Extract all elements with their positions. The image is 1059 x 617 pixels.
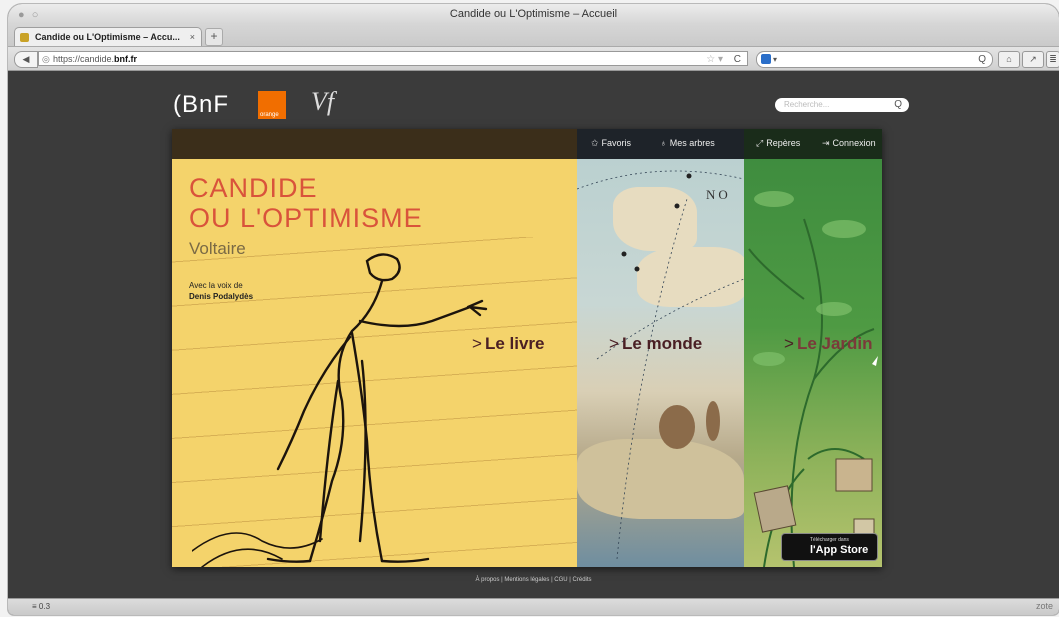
star-icon: ✩ bbox=[591, 138, 599, 148]
app-store-badge[interactable]: Télécharger dans l'App Store bbox=[781, 533, 878, 561]
web-page: (BnF orange Vf Recherche... Q CANDIDE OU… bbox=[8, 71, 1059, 598]
vf-logo[interactable]: Vf bbox=[311, 87, 334, 117]
le-jardin-link[interactable]: > Le Jardin bbox=[784, 334, 873, 354]
favicon-icon bbox=[20, 33, 29, 42]
navigation-toolbar: ◀ ◎ https://candide.bnf.fr ☆ ▾ C ▾ Q ⌂ ↗… bbox=[8, 47, 1059, 71]
title-bar: ● ○ Candide ou L'Optimisme – Accueil bbox=[8, 4, 1059, 24]
addon-button[interactable]: ↗ bbox=[1022, 51, 1044, 68]
map-route-lines bbox=[577, 170, 744, 560]
nav-favoris[interactable]: ✩ Favoris bbox=[591, 138, 631, 149]
pin-icon: ♁ bbox=[660, 138, 667, 148]
status-bar: ≡ 0.3 zote bbox=[8, 598, 1059, 615]
url-bar[interactable]: ◎ https://candide.bnf.fr ☆ ▾ C bbox=[38, 51, 748, 66]
nav-favoris-label: Favoris bbox=[601, 138, 632, 148]
new-tab-button[interactable]: + bbox=[205, 28, 223, 46]
tree-illustration bbox=[748, 191, 878, 567]
tab-candide[interactable]: Candide ou L'Optimisme – Accu... × bbox=[14, 27, 202, 46]
nav-reperes[interactable]: ⤢ Repères bbox=[756, 138, 800, 149]
browser-search-box[interactable]: ▾ Q bbox=[756, 51, 993, 68]
login-icon: ⇥ bbox=[822, 138, 830, 148]
chevron-right-icon: > bbox=[784, 334, 794, 353]
map-label: NO bbox=[706, 187, 731, 202]
home-stage: CANDIDE OU L'OPTIMISME Voltaire Avec la … bbox=[172, 129, 882, 567]
search-engine-icon[interactable] bbox=[761, 54, 771, 64]
orange-logo[interactable]: orange bbox=[258, 91, 286, 119]
tab-close-icon[interactable]: × bbox=[190, 28, 195, 46]
overflow-button[interactable]: ≣ bbox=[1046, 51, 1059, 68]
nav-mes-arbres[interactable]: ♁ Mes arbres bbox=[660, 138, 715, 148]
reload-icon[interactable]: C bbox=[734, 52, 741, 67]
status-left[interactable]: ≡ 0.3 bbox=[32, 602, 50, 611]
chevron-right-icon: > bbox=[609, 334, 619, 353]
back-button[interactable]: ◀ bbox=[14, 51, 38, 68]
book-title-line2: OU L'OPTIMISME bbox=[189, 203, 423, 233]
le-monde-link[interactable]: > Le monde bbox=[609, 334, 702, 354]
orange-logo-text: orange bbox=[260, 112, 279, 118]
le-livre-link[interactable]: > Le livre bbox=[472, 334, 544, 354]
nav-connexion-label: Connexion bbox=[832, 138, 876, 148]
chevron-down-icon[interactable]: ▾ bbox=[773, 52, 777, 67]
app-store-big-text: l'App Store bbox=[810, 544, 869, 556]
candide-figure-illustration bbox=[192, 253, 488, 567]
search-icon[interactable]: Q bbox=[978, 52, 986, 67]
panel-livre-header bbox=[172, 129, 577, 159]
panel-jardin[interactable]: ⤢ Repères ⇥ Connexion > Le Jardin Télécharg… bbox=[744, 129, 882, 567]
le-monde-label: Le monde bbox=[621, 334, 703, 353]
browser-window: ● ○ Candide ou L'Optimisme – Accueil Can… bbox=[8, 4, 1059, 615]
le-jardin-label: Le Jardin bbox=[796, 334, 873, 353]
globe-icon: ◎ bbox=[42, 54, 50, 64]
search-icon[interactable]: Q bbox=[894, 98, 902, 112]
url-prefix: https://candide. bbox=[53, 54, 115, 64]
book-title-line1: CANDIDE bbox=[189, 173, 318, 203]
site-search-input[interactable]: Recherche... Q bbox=[775, 98, 909, 112]
panel-monde[interactable]: NO ✩ Favoris ♁ Mes arbres > Le monde bbox=[577, 129, 744, 567]
panel-livre[interactable]: CANDIDE OU L'OPTIMISME Voltaire Avec la … bbox=[172, 129, 577, 567]
nav-mes-arbres-label: Mes arbres bbox=[669, 138, 715, 148]
tab-strip: Candide ou L'Optimisme – Accu... × + bbox=[8, 24, 1059, 47]
expand-icon: ⤢ bbox=[756, 138, 764, 148]
url-domain: bnf.fr bbox=[114, 54, 138, 64]
chevron-right-icon: > bbox=[472, 334, 482, 353]
zotero-icon[interactable]: zote bbox=[1036, 601, 1053, 611]
bookmark-star-icon[interactable]: ☆ ▾ bbox=[706, 52, 723, 67]
site-search-placeholder: Recherche... bbox=[784, 100, 830, 109]
nav-connexion[interactable]: ⇥ Connexion bbox=[822, 138, 876, 149]
le-livre-label: Le livre bbox=[484, 334, 545, 353]
footer-links[interactable]: À propos | Mentions légales | CGU | Créd… bbox=[8, 577, 1059, 583]
window-title: Candide ou L'Optimisme – Accueil bbox=[449, 8, 618, 20]
bnf-logo[interactable]: (BnF bbox=[173, 91, 229, 119]
nav-reperes-label: Repères bbox=[766, 138, 801, 148]
tab-label: Candide ou L'Optimisme – Accu... bbox=[35, 32, 180, 42]
home-button[interactable]: ⌂ bbox=[998, 51, 1020, 68]
app-store-small-text: Télécharger dans bbox=[810, 537, 849, 543]
